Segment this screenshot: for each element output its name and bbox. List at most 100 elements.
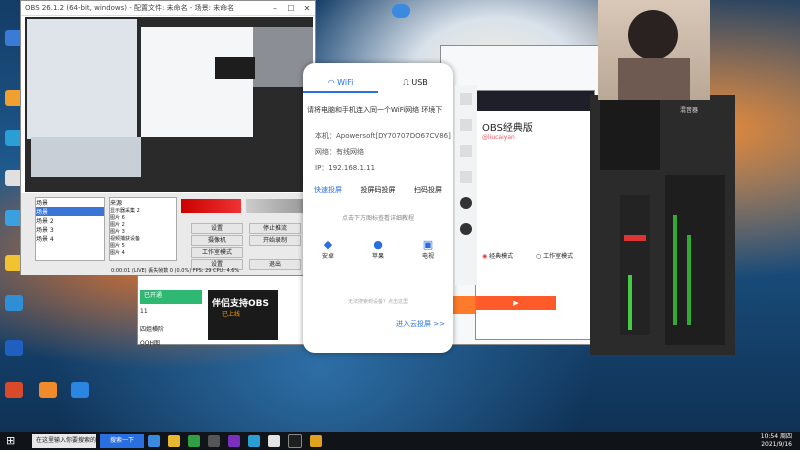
stop-stream-button[interactable]: 停止推流 [249,223,301,234]
clock-date: 2021/9/16 [761,441,792,448]
menu-item[interactable]: 四姐横阶 [140,324,164,333]
settings-button[interactable]: 设置 [191,223,243,234]
minimize-icon[interactable]: – [267,4,283,13]
audio-meter [181,199,241,213]
sources-panel: 来源 显示器采集 2 图片 6 图片 2 图片 3 视频捕获设备 图片 5 图片… [109,197,177,261]
side-toolbar [455,85,477,285]
source-item[interactable]: 图片 6 [110,214,176,221]
clock[interactable]: 10:54 周四 2021/9/16 [761,433,800,449]
android-icon: ◆ [323,238,333,251]
scene-item[interactable]: 场景 4 [36,234,104,243]
source-item[interactable]: 视频捕获设备 [110,235,176,242]
android-button[interactable]: ◆ 安卓 [322,238,334,260]
tool-icon[interactable] [460,119,472,131]
webcam-person [628,10,678,60]
radio-studio[interactable]: ○ 工作室模式 [536,251,573,260]
scenes-header: 场景 [36,200,49,207]
platform-icons: ◆ 安卓 ● 苹果 ▣ 电视 [303,238,453,260]
tv-button[interactable]: ▣ 电视 [422,238,434,260]
popup-subtitle: @liucaiyan [482,134,515,141]
webcam-overlay [598,0,710,100]
enter-cloud-link[interactable]: 进入云投屏 >> [396,319,445,329]
start-button[interactable]: ▶ [476,296,556,310]
start-icon[interactable]: ⊞ [6,433,22,449]
host-row: 本机：Apowersoft[DY70707DO67CV86] [315,132,451,140]
close-icon[interactable]: ✕ [299,4,315,13]
source-item[interactable]: 显示器采集 2 [110,207,176,214]
tab-usb[interactable]: ⎍ USB [378,73,453,93]
menu-item[interactable]: 已开通 [140,290,202,304]
webcam-person-body [618,58,690,100]
clock-time: 10:54 [760,433,779,440]
obs-docks: 场景 场景 场景 2 场景 3 场景 4 来源 显示器采集 2 图片 6 图片 … [21,193,315,275]
taskbar: ⊞ 在这里输入你要搜索的内容 搜索一下 10:54 周四 2021/9/16 [0,432,800,450]
tutorial-hint: 点击下方图标查看详细教程 [341,215,414,222]
fader-bank [665,175,725,345]
camera-button[interactable]: 摄像机 [191,235,243,246]
start-recording-button[interactable]: 开始录制 [249,235,301,246]
footer-note[interactable]: 无法搜索到设备？点击这里 [303,298,453,305]
audio-mixer: 混音器 [590,95,735,355]
desktop-icon[interactable] [2,340,26,357]
taskbar-app-icon[interactable] [148,435,160,447]
desktop-icon[interactable] [2,295,26,312]
taskbar-app-icon[interactable] [228,435,240,447]
taskbar-app-icon[interactable] [268,435,280,447]
wifi-instruction: 请将电脑和手机连入同一个WiFi网络 环境下 [307,106,443,114]
desktop-icon[interactable] [68,382,92,399]
obs-taskbar-icon[interactable] [288,434,302,448]
promo-banner-sub: 已上线 [222,311,241,318]
taskbar-app-icon[interactable] [310,435,322,447]
obs-window: OBS 26.1.2 (64-bit, windows) - 配置文件: 未命名… [20,0,316,275]
settings-icon[interactable] [460,197,472,209]
taskbar-app-icon[interactable] [248,435,260,447]
tab-wifi[interactable]: ◠ WiFi [303,73,378,93]
source-item[interactable]: 图片 5 [110,242,176,249]
scene-item[interactable]: 场景 2 [36,216,104,225]
taskbar-app-icon[interactable] [168,435,180,447]
fader-strip[interactable] [620,195,650,335]
mode-tabs: 快速投屏 投屏码投屏 扫码投屏 [303,185,453,195]
ip-row: IP：192.168.1.11 [315,164,376,172]
tool-icon[interactable] [460,93,472,105]
tab-code-cast[interactable]: 投屏码投屏 [353,185,403,195]
obs-titlebar: OBS 26.1.2 (64-bit, windows) - 配置文件: 未命名… [21,1,315,16]
obs-title: OBS 26.1.2 (64-bit, windows) - 配置文件: 未命名… [25,4,235,12]
apple-button[interactable]: ● 苹果 [372,238,384,260]
search-input[interactable]: 在这里输入你要搜索的内容 [32,434,96,448]
desktop-icon[interactable] [2,382,26,399]
taskbar-app-icon[interactable] [208,435,220,447]
sources-header: 来源 [110,200,123,207]
tab-quick-cast[interactable]: 快速投屏 [303,185,353,195]
promo-window: 已开通 11 四姐横阶 OOH图 伴侣支持OBS 已上线 [137,275,307,347]
scene-item[interactable]: 场景 3 [36,225,104,234]
app-icon[interactable] [392,4,410,18]
scene-item[interactable]: 场景 [36,207,104,216]
exit-button[interactable]: 退出 [249,259,301,270]
tab-scan-cast[interactable]: 扫码投屏 [403,185,453,195]
source-item[interactable]: 图片 2 [110,221,176,228]
search-button[interactable]: 搜索一下 [100,434,144,448]
audio-meter [246,199,306,213]
source-item[interactable]: 图片 4 [110,249,176,256]
popup-header [476,91,594,111]
maximize-icon[interactable]: ☐ [283,4,299,13]
desktop-icon[interactable] [36,382,60,399]
apple-icon: ● [373,238,383,251]
tv-icon: ▣ [422,238,434,251]
obs-preview [25,17,313,192]
studio-mode-button[interactable]: 工作室模式 [191,247,243,258]
taskbar-app-icon[interactable] [188,435,200,447]
radio-classic[interactable]: ◉ 经典模式 [482,251,513,260]
support-icon[interactable] [460,223,472,235]
tool-icon[interactable] [460,171,472,183]
source-item[interactable]: 图片 3 [110,228,176,235]
tool-icon[interactable] [460,145,472,157]
obs-classic-panel: OBS经典版 @liucaiyan ◉ 经典模式 ○ 工作室模式 ▶ [475,90,595,340]
status-bar: 0:00:01 (LIVE) 丢失帧数 0 (0.0%) FPS: 29 CPU… [111,268,240,274]
clock-day: 周四 [779,433,792,440]
menu-item[interactable]: 11 [140,308,148,315]
popup-title: OBS经典版 [482,123,533,134]
menu-item[interactable]: OOH图 [140,338,160,347]
scenes-panel: 场景 场景 场景 2 场景 3 场景 4 [35,197,105,261]
